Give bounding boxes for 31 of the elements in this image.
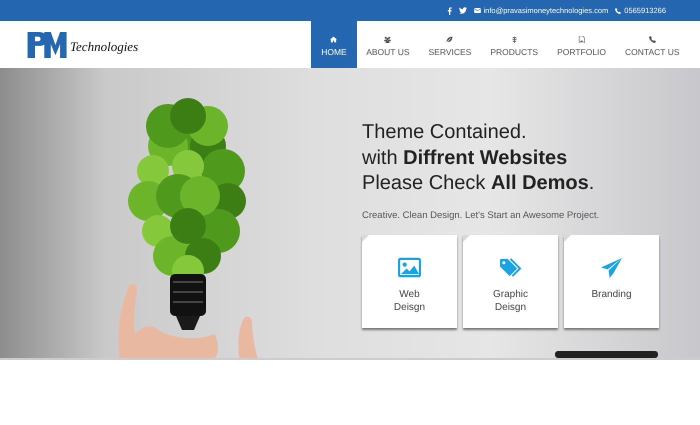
- logo-text: Technologies: [70, 38, 138, 54]
- service-card[interactable]: Web Deisgn: [362, 234, 457, 328]
- leaf-icon: [446, 36, 454, 43]
- tags-icon: [499, 256, 522, 278]
- plant-icon: [510, 36, 518, 43]
- image-file-icon: [578, 36, 586, 43]
- headline-line: Theme Contained.: [362, 120, 528, 145]
- phone-icon: [615, 8, 622, 14]
- folded-corner: [463, 234, 470, 242]
- headline-line: with Diffrent Websites: [362, 146, 568, 170]
- nav-link[interactable]: ABOUT US: [356, 21, 420, 68]
- facebook-icon[interactable]: [446, 6, 452, 14]
- subtitle: Creative. Clean Design. Let's Start an Awesome Project.: [362, 210, 600, 220]
- envelope-icon: [474, 8, 481, 13]
- nav-link[interactable]: CONTACT US: [616, 21, 689, 68]
- service-card[interactable]: Branding: [564, 234, 659, 328]
- picture-icon: [398, 256, 421, 278]
- home-icon: [330, 36, 338, 43]
- twitter-icon[interactable]: [458, 7, 467, 14]
- nav-link[interactable]: HOME: [311, 21, 357, 68]
- nav-link[interactable]: PORTFOLIO: [548, 21, 616, 68]
- folded-corner: [362, 234, 369, 242]
- nav-link[interactable]: PRODUCTS: [480, 21, 548, 68]
- phone-icon: [648, 36, 656, 43]
- nav-link[interactable]: SERVICES: [419, 21, 481, 68]
- headline-line: Please Check All Demos.: [362, 171, 596, 196]
- folded-corner: [564, 234, 571, 242]
- paper-plane-icon: [600, 256, 623, 278]
- service-card[interactable]: Graphic Deisgn: [463, 234, 558, 328]
- pm-logo: [27, 32, 69, 58]
- people-icon: [384, 36, 392, 43]
